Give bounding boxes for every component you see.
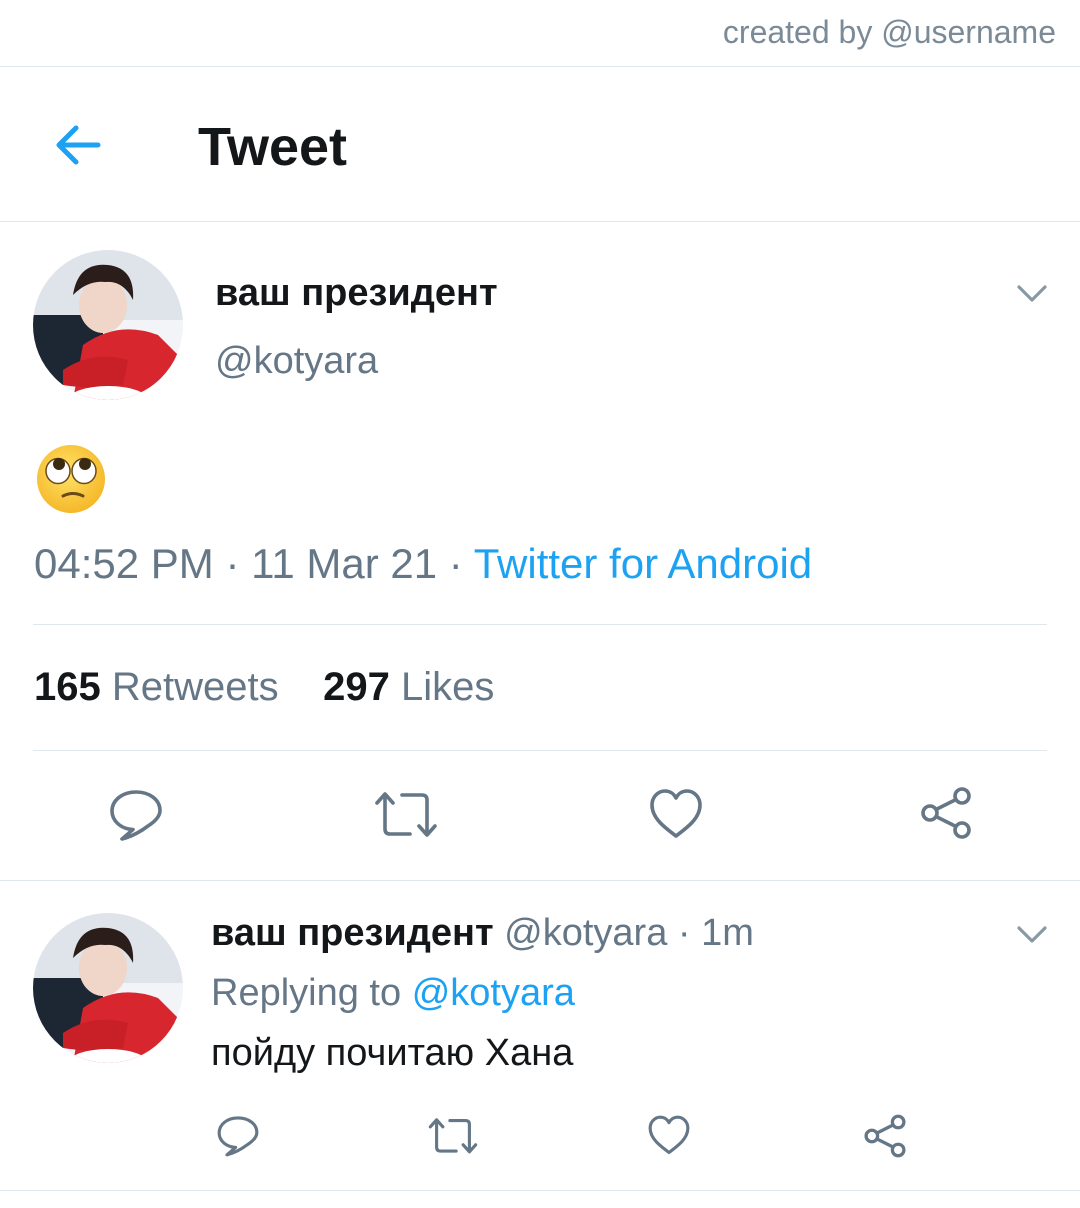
tweet-time: 04:52 PM [34,540,214,587]
like-button[interactable] [647,1114,691,1158]
reply-button[interactable] [108,787,164,843]
retweet-label: Retweets [111,665,279,709]
divider [0,66,1080,67]
replying-to-handle[interactable]: @kotyara [412,972,575,1014]
retweet-button[interactable] [428,1115,478,1159]
like-label: Likes [400,665,495,709]
avatar[interactable] [33,913,183,1063]
reply-header: ваш президент @kotyara · 1m [211,912,754,955]
tweet-date: 11 Mar 21 [251,540,438,587]
chevron-down-icon[interactable] [1015,276,1049,310]
share-icon [864,1114,906,1158]
separator: · [667,912,702,954]
reply-icon [217,1116,259,1157]
page-title: Tweet [198,117,348,177]
divider [0,1190,1080,1191]
share-button[interactable] [862,1113,908,1159]
likes-stat[interactable]: 297 Likes [323,665,494,709]
display-name[interactable]: ваш президент [215,272,498,315]
share-button[interactable] [918,785,974,841]
face-with-rolling-eyes-icon [35,443,107,515]
retweet-button[interactable] [374,788,438,844]
user-handle[interactable]: @kotyara [215,340,378,383]
avatar[interactable] [33,250,183,400]
reply-display-name[interactable]: ваш президент [211,912,494,954]
retweet-count: 165 [34,665,101,709]
replying-to-label: Replying to [211,972,402,1014]
divider [33,750,1047,751]
divider [0,880,1080,881]
divider [0,221,1080,222]
tweet-stats: 165 Retweets 297 Likes [34,665,494,710]
retweets-stat[interactable]: 165 Retweets [34,665,279,709]
reply-user-handle[interactable]: @kotyara [504,912,667,954]
divider [33,624,1047,625]
created-by-credit: created by @username [722,14,1056,50]
replying-to: Replying to @kotyara [211,972,575,1015]
like-button[interactable] [648,787,704,843]
retweet-icon [375,792,437,837]
separator: · [437,540,474,587]
reply-time: 1m [701,912,754,954]
back-arrow-icon[interactable] [50,118,104,172]
tweet-source-link[interactable]: Twitter for Android [474,540,812,587]
like-icon [650,789,702,838]
retweet-icon [428,1118,478,1154]
like-icon [648,1115,690,1155]
like-count: 297 [323,665,390,709]
reply-button[interactable] [216,1114,260,1158]
chevron-down-icon[interactable] [1015,917,1049,951]
tweet-metadata: 04:52 PM · 11 Mar 21 · Twitter for Andro… [34,540,812,588]
share-icon [921,787,971,839]
reply-text: пойду почитаю Хана [211,1032,574,1074]
reply-icon [110,790,162,841]
separator: · [213,540,252,587]
